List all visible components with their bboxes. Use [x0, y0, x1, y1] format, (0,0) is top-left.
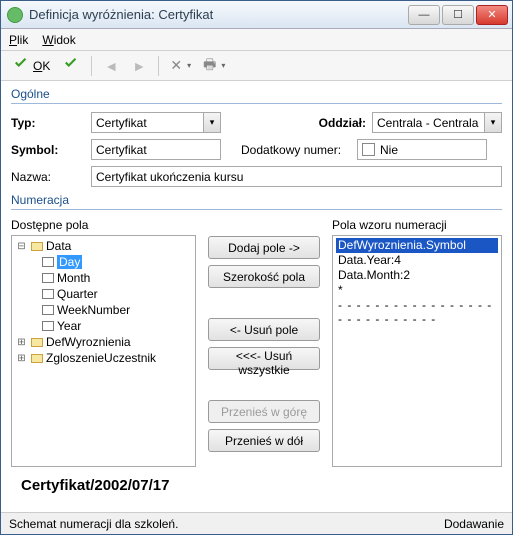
toolbar: OK ◄ ► ✕▾ 🖶▾: [1, 51, 512, 81]
dodnum-value: Nie: [380, 143, 398, 157]
check-icon: [12, 55, 30, 76]
statusbar: Schemat numeracji dla szkoleń. Dodawanie: [1, 512, 512, 534]
typ-combo[interactable]: Certyfikat ▾: [91, 112, 221, 133]
folder-icon: [30, 336, 44, 348]
status-left: Schemat numeracji dla szkoleń.: [9, 517, 178, 531]
tree-node[interactable]: Data: [46, 239, 71, 253]
expander-icon[interactable]: ⊟: [15, 241, 28, 252]
chevron-down-icon: ▾: [203, 113, 220, 132]
oddzial-value: Centrala - Centrala: [377, 116, 478, 130]
tree-node[interactable]: DefWyroznienia: [46, 335, 131, 349]
apply-button[interactable]: [57, 54, 85, 78]
print-button[interactable]: 🖶▾: [198, 54, 230, 78]
oddzial-combo[interactable]: Centrala - Centrala ▾: [372, 112, 502, 133]
pattern-label: Pola wzoru numeracji: [332, 218, 502, 232]
preview-text: Certyfikat/2002/07/17: [21, 477, 502, 494]
tree-node[interactable]: Month: [57, 271, 90, 285]
remove-all-button[interactable]: <<<- Usuń wszystkie: [208, 347, 320, 370]
leaf-icon: [41, 304, 55, 316]
typ-value: Certyfikat: [96, 116, 147, 130]
menu-widok[interactable]: Widok: [42, 33, 75, 47]
tools-icon: ✕: [170, 57, 182, 74]
maximize-button[interactable]: ☐: [442, 5, 474, 25]
nazwa-label: Nazwa:: [11, 170, 85, 184]
section-ogolne-label: Ogólne: [11, 87, 502, 101]
close-button[interactable]: ✕: [476, 5, 508, 25]
list-item[interactable]: Data.Month:2: [336, 268, 498, 283]
nav-fwd-button[interactable]: ►: [126, 54, 152, 78]
status-right: Dodawanie: [444, 517, 504, 531]
nav-back-button[interactable]: ◄: [98, 54, 124, 78]
folder-icon: [30, 352, 44, 364]
arrow-right-icon: ►: [132, 58, 146, 74]
oddzial-label: Oddział:: [319, 116, 366, 130]
titlebar: Definicja wyróżnienia: Certyfikat — ☐ ✕: [1, 1, 512, 29]
section-numeracja-label: Numeracja: [11, 193, 502, 207]
symbol-label: Symbol:: [11, 143, 85, 157]
add-field-button[interactable]: Dodaj pole ->: [208, 236, 320, 259]
dodnum-label: Dodatkowy numer:: [241, 143, 351, 157]
move-down-button[interactable]: Przenieś w dół: [208, 429, 320, 452]
tree-node[interactable]: Year: [57, 319, 81, 333]
available-tree[interactable]: ⊟Data Day Month Quarter WeekNumber Year …: [11, 235, 196, 467]
checkbox-icon[interactable]: [362, 143, 375, 156]
dodnum-field[interactable]: Nie: [357, 139, 487, 160]
leaf-icon: [41, 320, 55, 332]
expander-icon[interactable]: ⊞: [15, 353, 28, 364]
available-label: Dostępne pola: [11, 218, 196, 232]
list-item[interactable]: DefWyroznienia.Symbol: [336, 238, 498, 253]
pattern-list[interactable]: DefWyroznienia.Symbol Data.Year:4 Data.M…: [332, 235, 502, 467]
arrow-left-icon: ◄: [104, 58, 118, 74]
leaf-icon: [41, 256, 55, 268]
tree-node[interactable]: Quarter: [57, 287, 98, 301]
list-item[interactable]: *: [336, 283, 498, 298]
symbol-input[interactable]: [91, 139, 221, 160]
check-icon: [62, 55, 80, 76]
print-icon: 🖶: [203, 54, 216, 78]
folder-icon: [30, 240, 44, 252]
tools-button[interactable]: ✕▾: [165, 54, 196, 78]
expander-icon[interactable]: ⊞: [15, 337, 28, 348]
app-icon: [7, 7, 23, 23]
menu-plik[interactable]: Plik: [9, 33, 28, 47]
tree-node[interactable]: Day: [57, 255, 82, 269]
leaf-icon: [41, 272, 55, 284]
list-separator: - - - - - - - - - - - - - - - - - - - - …: [336, 298, 498, 313]
list-item[interactable]: Data.Year:4: [336, 253, 498, 268]
chevron-down-icon: ▾: [187, 61, 191, 70]
typ-label: Typ:: [11, 116, 85, 130]
chevron-down-icon: ▾: [221, 61, 225, 70]
field-width-button[interactable]: Szerokość pola: [208, 265, 320, 288]
move-up-button[interactable]: Przenieś w górę: [208, 400, 320, 423]
window: Definicja wyróżnienia: Certyfikat — ☐ ✕ …: [0, 0, 513, 535]
leaf-icon: [41, 288, 55, 300]
tree-node[interactable]: ZgloszenieUczestnik: [46, 351, 156, 365]
nazwa-input[interactable]: [91, 166, 502, 187]
minimize-button[interactable]: —: [408, 5, 440, 25]
window-title: Definicja wyróżnienia: Certyfikat: [29, 7, 406, 22]
ok-button[interactable]: OK: [7, 54, 55, 78]
menubar: Plik Widok: [1, 29, 512, 51]
chevron-down-icon: ▾: [484, 113, 501, 132]
remove-field-button[interactable]: <- Usuń pole: [208, 318, 320, 341]
tree-node[interactable]: WeekNumber: [57, 303, 130, 317]
